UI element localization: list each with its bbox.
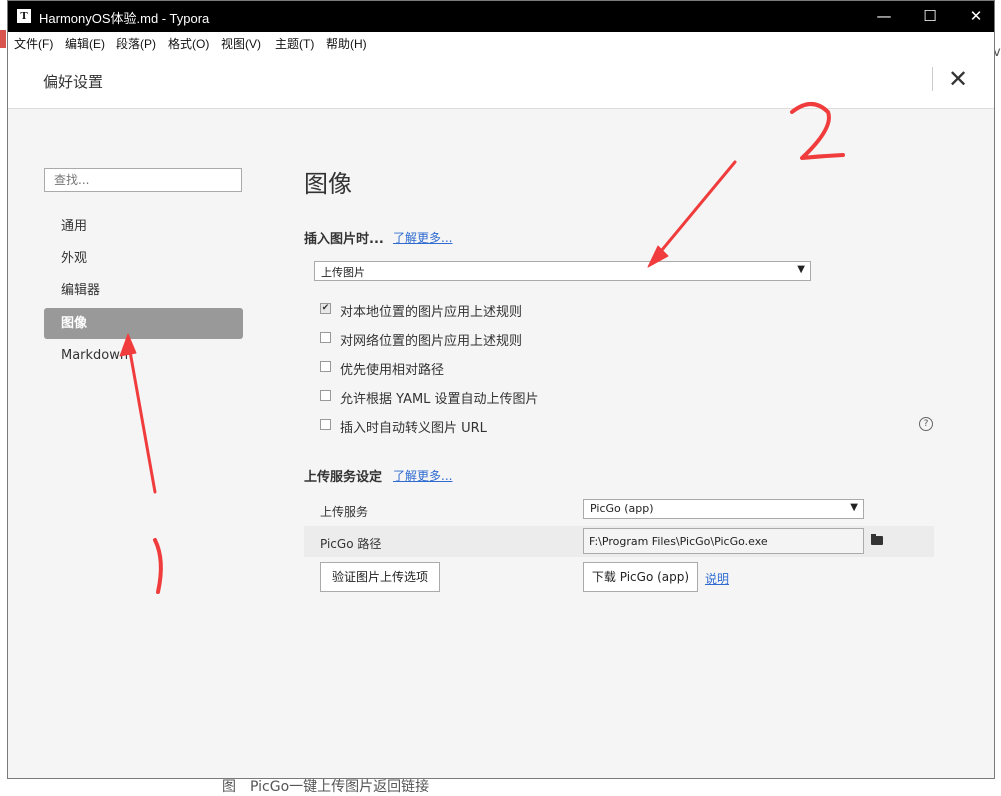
- checkbox-label: 优先使用相对路径: [340, 363, 445, 378]
- insert-action-select[interactable]: 上传图片 ▼: [314, 261, 811, 281]
- checkbox-label: 对本地位置的图片应用上述规则: [340, 305, 523, 320]
- insert-action-value: 上传图片: [321, 266, 365, 279]
- sidebar-item-image[interactable]: 图像: [44, 308, 243, 339]
- menu-file[interactable]: 文件(F): [14, 35, 53, 52]
- checkbox-label: 插入时自动转义图片 URL: [340, 421, 487, 436]
- menu-bar: 文件(F) 编辑(E) 段落(P) 格式(O) 视图(V) 主题(T) 帮助(H…: [8, 32, 994, 54]
- menu-help[interactable]: 帮助(H): [326, 35, 367, 52]
- help-icon[interactable]: ?: [919, 417, 933, 431]
- upload-service-label: 上传服务: [320, 505, 369, 519]
- background-fragment: [0, 30, 6, 48]
- preferences-header: 偏好设置 ✕: [8, 54, 994, 109]
- preferences-search-input[interactable]: [44, 168, 242, 192]
- upload-service-value: PicGo (app): [590, 502, 654, 515]
- title-bar: T HarmonyOS体验.md - Typora — ☐ ✕: [8, 1, 994, 32]
- section-title: 图像: [304, 170, 352, 198]
- maximize-button[interactable]: ☐: [907, 1, 953, 32]
- sidebar-item-appearance[interactable]: 外观: [44, 243, 243, 274]
- sidebar-item-editor[interactable]: 编辑器: [44, 275, 243, 306]
- menu-edit[interactable]: 编辑(E): [65, 35, 105, 52]
- insert-learn-more-link[interactable]: 了解更多...: [393, 229, 452, 246]
- checkbox-label: 对网络位置的图片应用上述规则: [340, 334, 523, 349]
- background-caption: 图 PicGo一键上传图片返回链接: [222, 779, 430, 795]
- chevron-down-icon: ▼: [797, 264, 805, 275]
- preferences-title: 偏好设置: [43, 73, 104, 91]
- checkbox-local-rule[interactable]: ✔: [320, 303, 331, 314]
- checkbox-relative-path[interactable]: [320, 361, 331, 372]
- folder-icon[interactable]: [871, 534, 883, 545]
- typora-app-icon: T: [17, 9, 31, 23]
- insert-image-group-title: 插入图片时...: [304, 232, 384, 247]
- window-title: HarmonyOS体验.md - Typora: [39, 11, 210, 26]
- checkbox-escape-url[interactable]: [320, 419, 331, 430]
- sidebar-item-markdown[interactable]: Markdown: [44, 340, 243, 371]
- checkbox-label: 允许根据 YAML 设置自动上传图片: [340, 392, 539, 407]
- close-icon[interactable]: ✕: [948, 64, 968, 94]
- window-close-button[interactable]: ✕: [953, 1, 994, 32]
- chevron-down-icon: ▼: [850, 502, 858, 513]
- menu-view[interactable]: 视图(V): [221, 35, 261, 52]
- checkbox-network-rule[interactable]: [320, 332, 331, 343]
- picgo-path-label: PicGo 路径: [320, 537, 382, 551]
- picgo-path-input[interactable]: F:\Program Files\PicGo\PicGo.exe: [583, 528, 864, 554]
- minimize-button[interactable]: —: [861, 1, 907, 32]
- verify-upload-button[interactable]: 验证图片上传选项: [320, 562, 440, 592]
- explain-link[interactable]: 说明: [705, 570, 729, 587]
- menu-paragraph[interactable]: 段落(P): [116, 35, 156, 52]
- menu-theme[interactable]: 主题(T): [275, 35, 314, 52]
- menu-format[interactable]: 格式(O): [168, 35, 209, 52]
- header-divider: [932, 67, 933, 91]
- upload-learn-more-link[interactable]: 了解更多...: [393, 467, 452, 484]
- checkbox-yaml-upload[interactable]: [320, 390, 331, 401]
- upload-service-group-title: 上传服务设定: [304, 470, 383, 485]
- upload-service-select[interactable]: PicGo (app) ▼: [583, 499, 864, 519]
- sidebar-item-general[interactable]: 通用: [44, 211, 243, 242]
- download-picgo-button[interactable]: 下载 PicGo (app): [583, 562, 698, 592]
- typora-window: T HarmonyOS体验.md - Typora — ☐ ✕ 文件(F) 编辑…: [7, 0, 995, 779]
